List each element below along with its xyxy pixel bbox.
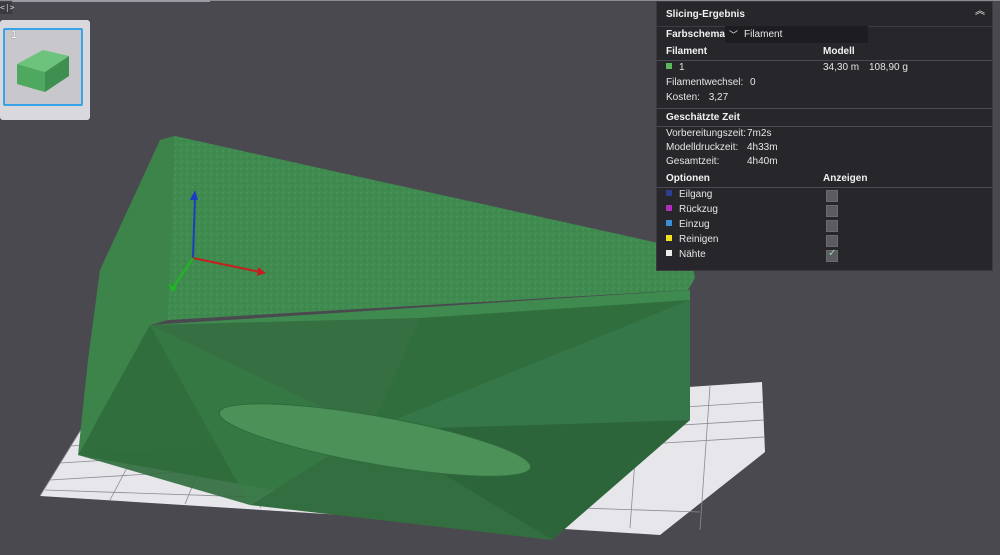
option-row: Eilgang [666, 188, 712, 202]
color-scheme-dropdown[interactable]: ﹀ Filament [725, 26, 868, 43]
filament-weight: 108,90 g [869, 62, 908, 73]
cost: Kosten: 3,27 [666, 91, 728, 105]
total-time-value: 4h40m [747, 156, 778, 167]
option-row: Einzug [666, 218, 710, 232]
panel-header: Slicing-Ergebnis ︽ [657, 2, 992, 27]
filament-changes-label: Filamentwechsel: [666, 77, 744, 88]
model-time-label: Modelldruckzeit: [666, 142, 739, 153]
option-color-swatch [666, 235, 672, 242]
plate-number: 1 [11, 29, 18, 41]
filament-header: Filament [666, 46, 708, 57]
option-label: Nähte [679, 249, 706, 260]
checkmark-icon: ✓ [828, 248, 837, 259]
cost-label: Kosten: [666, 92, 700, 103]
chevron-down-icon: ﹀ [729, 30, 739, 40]
option-row: Reinigen [666, 233, 718, 247]
show-header: Anzeigen [823, 173, 868, 184]
option-row: Nähte [666, 248, 706, 262]
filament-row: 1 [666, 61, 685, 75]
option-label: Reinigen [679, 234, 719, 245]
filament-changes-value: 0 [750, 77, 756, 88]
filament-color-swatch [666, 63, 672, 70]
color-scheme-label: Farbschema [666, 29, 725, 40]
option-visibility-checkbox[interactable] [826, 220, 838, 232]
filament-length: 34,30 m [823, 62, 860, 73]
collapse-chevron-icon[interactable]: ︽ [974, 7, 986, 19]
panel-title: Slicing-Ergebnis [666, 9, 745, 20]
option-row: Rückzug [666, 203, 718, 217]
prep-time-value: 7m2s [747, 128, 772, 139]
time-header: Geschätzte Zeit [666, 112, 740, 123]
option-label: Eilgang [679, 189, 713, 200]
total-time-label: Gesamtzeit: [666, 156, 720, 167]
slicing-result-panel: Slicing-Ergebnis ︽ Farbschema ﹀ Filament… [656, 1, 993, 271]
option-color-swatch [666, 250, 672, 257]
filament-changes: Filamentwechsel: 0 [666, 76, 756, 90]
filament-id: 1 [679, 62, 685, 73]
expand-sidebar-icon[interactable]: <|> [0, 2, 14, 14]
plate-list-panel: 1 [0, 20, 90, 120]
option-color-swatch [666, 205, 672, 212]
option-label: Einzug [679, 219, 710, 230]
option-color-swatch [666, 190, 672, 197]
plate-model-preview-icon [17, 50, 69, 92]
option-visibility-checkbox[interactable] [826, 235, 838, 247]
option-color-swatch [666, 220, 672, 227]
model-time-value: 4h33m [747, 142, 778, 153]
model-header: Modell [823, 46, 855, 57]
option-visibility-checkbox[interactable] [826, 205, 838, 217]
option-label: Rückzug [679, 204, 718, 215]
cost-value: 3,27 [708, 92, 729, 103]
option-visibility-checkbox[interactable] [826, 190, 838, 202]
top-scroll-indicator [12, 0, 210, 2]
prep-time-label: Vorbereitungszeit: [666, 128, 747, 139]
color-scheme-value: Filament [744, 29, 783, 40]
option-visibility-checkbox[interactable]: ✓ [826, 248, 838, 262]
options-header: Optionen [666, 173, 710, 184]
